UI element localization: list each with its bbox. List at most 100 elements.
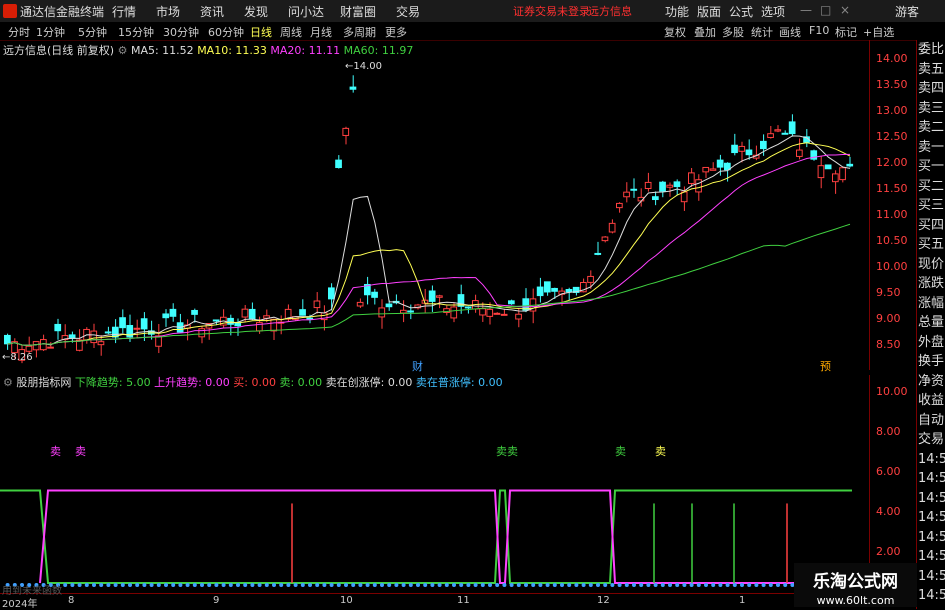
candle-body (846, 163, 854, 167)
indicator-chart[interactable]: 卖卖卖卖卖卖 (0, 388, 870, 593)
zero-dot (718, 583, 723, 587)
tab-monthly[interactable]: 月线 (310, 24, 332, 40)
candle-body (104, 331, 112, 334)
tab-more[interactable]: 更多 (385, 24, 407, 40)
indicator-scale: 10.00 8.00 6.00 4.00 2.00 (869, 375, 916, 590)
zero-dot (560, 583, 564, 587)
menu-ask[interactable]: 问小达 (288, 3, 324, 20)
sidebar-item[interactable]: 卖二 (917, 118, 945, 138)
guest-label[interactable]: 游客 (895, 3, 919, 20)
menu-discover[interactable]: 发现 (244, 3, 268, 20)
btn-mark[interactable]: 标记 (835, 24, 857, 40)
menu-layout[interactable]: 版面 (697, 3, 721, 20)
sidebar-item[interactable]: 买三 (917, 196, 945, 216)
sidebar-item[interactable]: 买四 (917, 216, 945, 236)
menu-trade[interactable]: 交易 (396, 3, 420, 20)
tab-5min[interactable]: 5分钟 (78, 24, 107, 40)
menu-news[interactable]: 资讯 (200, 3, 224, 20)
sidebar-item[interactable]: 买一 (917, 157, 945, 177)
btn-overlay[interactable]: 叠加 (694, 24, 716, 40)
candle-body (788, 121, 796, 135)
sidebar-item[interactable]: 现价 (917, 255, 945, 275)
price-tick: 11.00 (876, 208, 908, 221)
btn-stats[interactable]: 统计 (751, 24, 773, 40)
candle-body (349, 86, 357, 90)
sidebar-item[interactable]: 14:56 (917, 508, 945, 528)
candle-body (500, 313, 508, 316)
price-chart[interactable]: ←14.00 ←8.26 财 预 (0, 55, 870, 373)
btn-add-watchlist[interactable]: +自选 (863, 24, 894, 40)
menu-formula[interactable]: 公式 (729, 3, 753, 20)
indicator-signal-label: 卖 (655, 445, 666, 458)
sidebar-item[interactable]: 收益 (917, 391, 945, 411)
sidebar-item[interactable]: 买二 (917, 177, 945, 197)
btn-f10[interactable]: F10 (809, 24, 829, 37)
sidebar-item[interactable]: 外盘 (917, 333, 945, 353)
sidebar-item[interactable]: 14:56 (917, 567, 945, 587)
tab-15min[interactable]: 15分钟 (118, 24, 154, 40)
tab-multi-period[interactable]: 多周期 (343, 24, 376, 40)
sidebar-item[interactable]: 14:56 (917, 528, 945, 548)
zero-dot (632, 583, 636, 587)
sidebar-item[interactable]: 交易 (917, 430, 945, 450)
candle-body (716, 159, 724, 168)
menu-market[interactable]: 市场 (156, 3, 180, 20)
sidebar-item[interactable]: 买五 (917, 235, 945, 255)
sidebar-item[interactable]: 自动 (917, 411, 945, 431)
sidebar-item[interactable]: 涨幅 (917, 294, 945, 314)
minimize-icon[interactable]: — (800, 3, 812, 17)
sidebar-item[interactable]: 卖四 (917, 79, 945, 99)
watermark-title: 乐淘公式网 (813, 572, 898, 592)
menu-wealth[interactable]: 财富圈 (340, 3, 376, 20)
maximize-icon[interactable]: □ (820, 3, 831, 17)
sidebar-item[interactable]: 净资 (917, 372, 945, 392)
sidebar-item[interactable]: 总量 (917, 313, 945, 333)
tab-1min[interactable]: 1分钟 (36, 24, 65, 40)
indicator-tick: 6.00 (876, 465, 901, 478)
candle-body (371, 291, 378, 298)
zero-dot (567, 583, 572, 587)
login-warning[interactable]: 证券交易未登录 (513, 3, 590, 19)
candle-body (133, 327, 141, 330)
tab-30min[interactable]: 30分钟 (163, 24, 199, 40)
btn-multi-stock[interactable]: 多股 (722, 24, 744, 40)
indicator-signal-label: 卖卖 (496, 445, 518, 458)
zero-dot (581, 583, 586, 587)
btn-draw[interactable]: 画线 (779, 24, 801, 40)
menu-function[interactable]: 功能 (665, 3, 689, 20)
sidebar-item[interactable]: 14:56 (917, 586, 945, 606)
sidebar-item[interactable]: 卖三 (917, 99, 945, 119)
ma-line (7, 135, 851, 346)
future-function-note: 用到未来函数 (2, 586, 62, 597)
sidebar-item[interactable]: 委比 (917, 40, 945, 60)
menu-options[interactable]: 选项 (761, 3, 785, 20)
zero-dot (135, 583, 140, 587)
candle-body (738, 145, 746, 152)
zero-dot (322, 583, 327, 587)
sidebar-item[interactable]: 14:56 (917, 450, 945, 470)
tab-60min[interactable]: 60分钟 (208, 24, 244, 40)
sidebar-item[interactable]: 14:56 (917, 489, 945, 509)
candle-body (97, 341, 105, 346)
menu-quotes[interactable]: 行情 (112, 3, 136, 20)
sidebar-item[interactable]: 卖五 (917, 60, 945, 80)
candle-body (479, 308, 486, 316)
tab-daily[interactable]: 日线 (250, 24, 272, 40)
tab-weekly[interactable]: 周线 (280, 24, 302, 40)
sidebar-item[interactable]: 卖一 (917, 138, 945, 158)
zero-dot (228, 583, 233, 587)
btn-restore-right[interactable]: 复权 (664, 24, 686, 40)
tab-timeshare[interactable]: 分时 (8, 24, 30, 40)
zero-dot (783, 583, 788, 587)
sidebar-item[interactable]: 14:56 (917, 547, 945, 567)
candle-body (623, 191, 630, 198)
sidebar-item[interactable]: 涨跌 (917, 274, 945, 294)
zero-dot (185, 583, 190, 587)
sidebar-item[interactable]: 14:56 (917, 469, 945, 489)
zero-dot (444, 583, 449, 587)
sidebar-item[interactable]: 换手 (917, 352, 945, 372)
candle-body (248, 308, 256, 320)
zero-dot (221, 583, 226, 587)
close-icon[interactable]: × (840, 3, 850, 17)
zero-dot (394, 583, 399, 587)
